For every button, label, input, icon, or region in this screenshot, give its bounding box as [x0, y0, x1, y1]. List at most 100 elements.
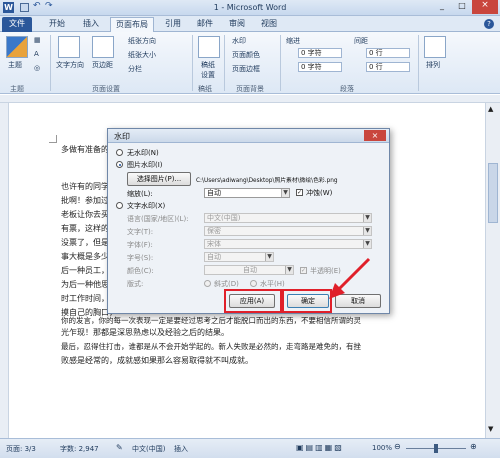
page-color-button[interactable]: 页面颜色: [232, 50, 260, 60]
watermark-button[interactable]: 水印: [232, 36, 246, 46]
chevron-down-icon: ▼: [363, 214, 371, 222]
tab-review[interactable]: 审阅: [224, 17, 250, 32]
doc-line: 你的发言，你的每一次表现一定是要经过思考之后才能脱口而出的东西，不要相信所谓的灵: [61, 316, 361, 325]
page-border-button[interactable]: 页面边框: [232, 64, 260, 74]
tab-page-layout[interactable]: 页面布局: [110, 17, 154, 32]
scroll-thumb[interactable]: [488, 163, 498, 223]
vertical-ruler[interactable]: [0, 103, 9, 438]
maximize-button[interactable]: □: [452, 1, 472, 14]
font-select[interactable]: 宋体 ▼: [204, 239, 372, 249]
spacing-after-spinner[interactable]: 0 行: [366, 62, 410, 72]
vertical-scrollbar[interactable]: ▲ ▼: [485, 103, 500, 438]
theme-colors-icon[interactable]: ▦: [34, 36, 41, 44]
tab-view[interactable]: 视图: [256, 17, 282, 32]
font-value: 宋体: [207, 240, 221, 248]
select-picture-button[interactable]: 选择图片(P)...: [127, 172, 191, 186]
text-watermark-label[interactable]: 文字水印(X): [127, 201, 165, 211]
margins-label[interactable]: 页边距: [92, 60, 113, 70]
manuscript-icon[interactable]: [198, 36, 220, 58]
tab-insert[interactable]: 插入: [78, 17, 104, 32]
ribbon: 主题 ▦ A ◎ 主题 文字方向 页边距 纸张方向 纸张大小 分栏 页面设置 稿…: [0, 32, 500, 94]
tab-file[interactable]: 文件: [2, 17, 32, 32]
chevron-down-icon: ▼: [285, 266, 293, 274]
picture-path: C:\Users\adiwang\Desktop\照片素材\微绘\色彩.png: [196, 178, 338, 184]
group-label-paragraph: 段落: [340, 85, 354, 93]
diagonal-label[interactable]: 斜式(D): [214, 279, 239, 289]
theme-button-label[interactable]: 主题: [8, 60, 22, 70]
ribbon-separator: [192, 35, 193, 91]
page-corner-mark: [49, 135, 57, 143]
ribbon-separator: [224, 35, 225, 91]
semitransparent-checkbox[interactable]: ✓: [300, 267, 307, 274]
ribbon-separator: [418, 35, 419, 91]
indent-label: 缩进: [286, 37, 300, 45]
window-title: 1 - Microsoft Word: [213, 3, 287, 12]
group-label-manuscript: 稿纸: [198, 85, 212, 93]
scale-select[interactable]: 自动 ▼: [204, 188, 290, 198]
washout-checkbox[interactable]: ✓: [296, 189, 303, 196]
close-button[interactable]: ×: [472, 0, 498, 14]
size-select[interactable]: 自动 ▼: [204, 252, 274, 262]
indent-right-spinner[interactable]: 0 字符: [298, 62, 342, 72]
zoom-in-icon[interactable]: ⊕: [470, 442, 477, 451]
scale-label: 缩放(L):: [127, 190, 153, 198]
indent-left-spinner[interactable]: 0 字符: [298, 48, 342, 58]
help-icon[interactable]: ?: [484, 19, 494, 29]
text-select[interactable]: 保密 ▼: [204, 226, 372, 236]
scale-value: 自动: [207, 189, 221, 197]
page-count[interactable]: 页面: 3/3: [6, 444, 36, 454]
minimize-button[interactable]: _: [432, 1, 452, 14]
horizontal-ruler[interactable]: [0, 95, 500, 103]
language-label: 语言(国家/地区)(L):: [127, 215, 189, 223]
group-label-page-setup: 页面设置: [92, 85, 120, 93]
diagonal-radio[interactable]: [204, 280, 211, 287]
tab-mailings[interactable]: 邮件: [192, 17, 218, 32]
picture-watermark-radio[interactable]: [116, 161, 123, 168]
scroll-up-arrow-icon[interactable]: ▲: [488, 105, 493, 113]
arrange-icon[interactable]: [424, 36, 446, 58]
zoom-out-icon[interactable]: ⊖: [394, 442, 401, 451]
insert-mode[interactable]: 插入: [174, 444, 188, 454]
size-button[interactable]: 纸张大小: [128, 50, 156, 60]
orientation-button[interactable]: 纸张方向: [128, 36, 156, 46]
doc-line: 多做有准备的: [61, 145, 109, 154]
picture-watermark-label[interactable]: 图片水印(I): [127, 160, 163, 170]
doc-line: 光乍现！那都是深思熟虑以及经验之后的结果。: [61, 328, 229, 337]
chevron-down-icon: ▼: [363, 240, 371, 248]
text-watermark-radio[interactable]: [116, 202, 123, 209]
word-count[interactable]: 字数: 2,947: [60, 444, 99, 454]
chevron-down-icon: ▼: [265, 253, 273, 261]
horizontal-label[interactable]: 水平(H): [260, 279, 285, 289]
proofing-icon[interactable]: ✎: [116, 443, 123, 452]
zoom-level[interactable]: 100%: [372, 444, 392, 452]
columns-button[interactable]: 分栏: [128, 64, 142, 74]
zoom-slider-thumb[interactable]: [434, 444, 438, 453]
no-watermark-radio[interactable]: [116, 149, 123, 156]
language-status[interactable]: 中文(中国): [132, 444, 165, 454]
spacing-before-spinner[interactable]: 0 行: [366, 48, 410, 58]
text-direction-label[interactable]: 文字方向: [56, 60, 84, 70]
chevron-down-icon: ▼: [363, 227, 371, 235]
dialog-close-button[interactable]: ×: [364, 130, 386, 141]
no-watermark-label[interactable]: 无水印(N): [127, 148, 159, 158]
arrange-label[interactable]: 排列: [426, 60, 440, 70]
scroll-down-arrow-icon[interactable]: ▼: [488, 425, 493, 433]
text-value: 保密: [207, 227, 221, 235]
language-select[interactable]: 中文(中国) ▼: [204, 213, 372, 223]
view-buttons[interactable]: ▣▤▥▦▧: [296, 443, 344, 452]
spacing-label: 间距: [354, 37, 368, 45]
theme-icon[interactable]: [6, 36, 28, 58]
color-select[interactable]: 自动 ▼: [204, 265, 294, 275]
text-direction-icon[interactable]: [58, 36, 80, 58]
theme-fonts-icon[interactable]: A: [34, 50, 39, 58]
language-value: 中文(中国): [207, 214, 241, 222]
apply-highlight-box: [224, 289, 282, 313]
margins-icon[interactable]: [92, 36, 114, 58]
group-label-theme: 主题: [10, 85, 24, 93]
tab-references[interactable]: 引用: [160, 17, 186, 32]
washout-label[interactable]: 冲蚀(W): [306, 188, 332, 198]
manuscript-label[interactable]: 稿纸设置: [198, 60, 218, 80]
tab-home[interactable]: 开始: [44, 17, 70, 32]
horizontal-radio[interactable]: [250, 280, 257, 287]
theme-effects-icon[interactable]: ◎: [34, 64, 40, 72]
